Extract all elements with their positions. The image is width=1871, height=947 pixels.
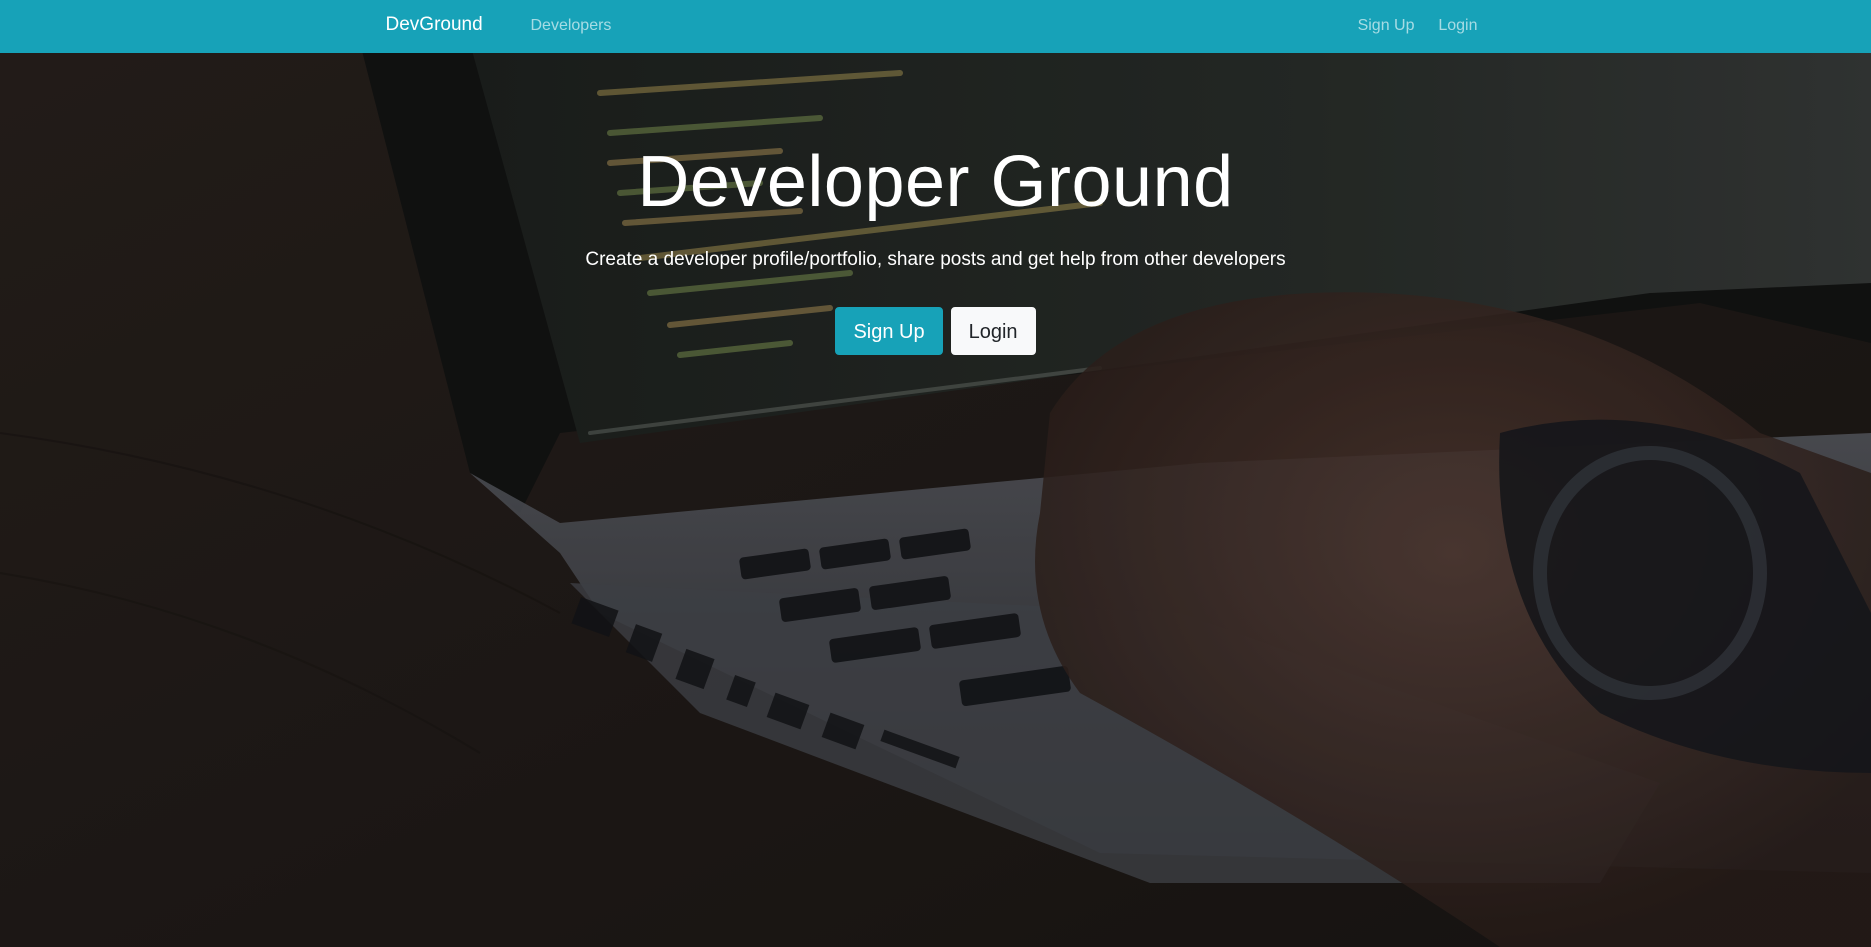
hero-login-button[interactable]: Login xyxy=(950,307,1036,355)
brand-logo-link[interactable]: DevGround xyxy=(386,14,483,36)
nav-developers-link[interactable]: Developers xyxy=(531,17,612,35)
hero-buttons: Sign Up Login xyxy=(0,307,1871,355)
landing-hero: Developer Ground Create a developer prof… xyxy=(0,53,1871,947)
hero-title: Developer Ground xyxy=(637,142,1234,222)
navbar-container: DevGround Developers Sign Up Login xyxy=(381,0,1491,53)
nav-signup-link[interactable]: Sign Up xyxy=(1358,17,1415,35)
nav-login-link[interactable]: Login xyxy=(1438,17,1477,35)
navbar: DevGround Developers Sign Up Login xyxy=(0,0,1871,53)
hero-lead-text: Create a developer profile/portfolio, sh… xyxy=(585,249,1286,270)
hero-signup-button[interactable]: Sign Up xyxy=(835,307,943,355)
